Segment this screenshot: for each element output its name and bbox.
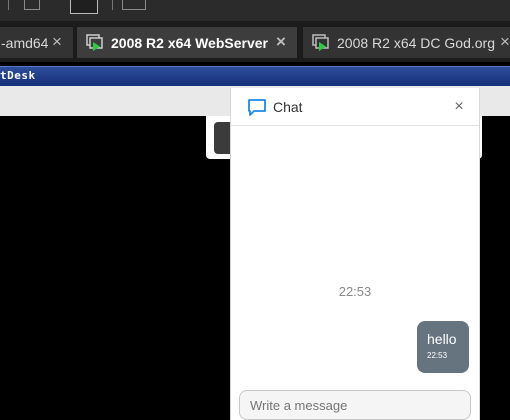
tab-label: -amd64 — [1, 34, 49, 51]
chat-message-input[interactable] — [239, 390, 471, 420]
chat-icon — [248, 99, 266, 116]
message-text: hello — [427, 331, 457, 347]
chat-message-bubble: hello 22:53 — [417, 321, 469, 373]
chat-panel: Chat × 22:53 hello 22:53 — [230, 88, 480, 420]
session-title-bar: tDesk — [0, 66, 510, 86]
tab-dc-god-org[interactable]: 2008 R2 x64 DC God.org × — [302, 26, 510, 58]
toolbar-separator — [112, 0, 113, 10]
close-icon[interactable]: × — [497, 33, 510, 50]
close-icon[interactable]: × — [451, 99, 467, 115]
toolbar-separator — [8, 0, 9, 10]
top-toolbar — [0, 0, 510, 22]
toolbar-fullscreen-icon[interactable] — [70, 0, 98, 14]
app-window: -amd64 × 2008 R2 x64 WebServer × 2008 R2… — [0, 0, 510, 420]
close-icon[interactable]: × — [273, 33, 289, 50]
session-title: tDesk — [0, 69, 36, 82]
tab-label: 2008 R2 x64 WebServer — [111, 34, 268, 51]
tab-strip: -amd64 × 2008 R2 x64 WebServer × 2008 R2… — [0, 22, 510, 62]
close-icon[interactable]: × — [49, 33, 65, 50]
message-time: 22:53 — [427, 351, 448, 360]
tab-webserver[interactable]: 2008 R2 x64 WebServer × — [76, 26, 298, 58]
toolbar-window-icon[interactable] — [24, 0, 40, 10]
remote-desktop-play-icon — [86, 33, 103, 51]
tab-amd64[interactable]: -amd64 × — [0, 26, 74, 58]
chat-time-separator: 22:53 — [338, 284, 372, 299]
toolbar-screen-icon[interactable] — [122, 0, 146, 10]
remote-desktop-play-icon — [312, 33, 329, 51]
chat-header: Chat × — [231, 88, 479, 126]
chat-title: Chat — [273, 99, 303, 115]
tab-label: 2008 R2 x64 DC God.org — [337, 34, 495, 51]
